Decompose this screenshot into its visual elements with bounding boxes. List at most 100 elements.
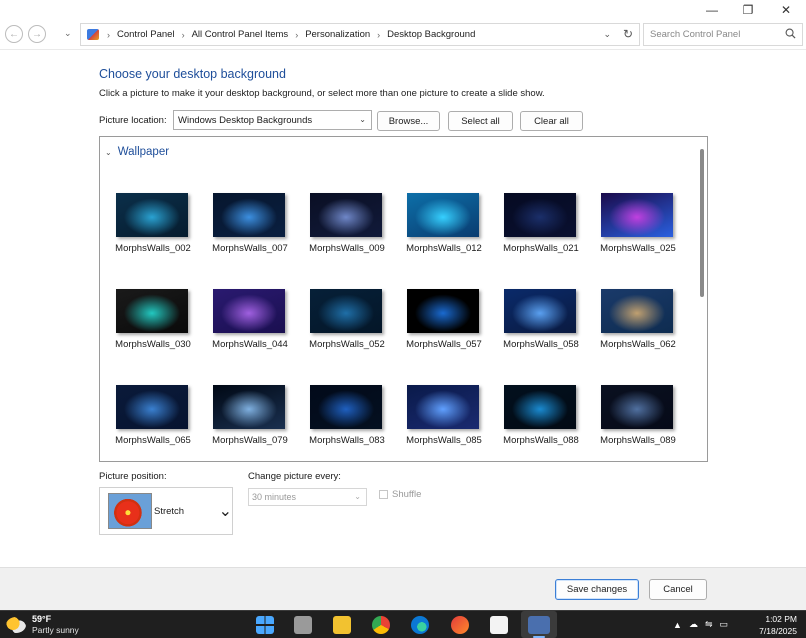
wallpaper-image <box>601 193 673 237</box>
wallpaper-thumbnail[interactable]: MorphsWalls_079 <box>207 385 304 455</box>
wallpaper-image <box>504 385 576 429</box>
wallpaper-name: MorphsWalls_007 <box>212 243 288 254</box>
close-button[interactable]: ✕ <box>767 0 805 20</box>
page-title: Choose your desktop background <box>99 67 286 81</box>
wallpaper-name: MorphsWalls_030 <box>115 339 191 350</box>
wallpaper-thumbnail[interactable]: MorphsWalls_057 <box>401 289 498 359</box>
wallpaper-thumbnail[interactable]: MorphsWalls_002 <box>110 193 207 263</box>
wallpaper-name: MorphsWalls_065 <box>115 435 191 446</box>
wallpaper-thumbnail[interactable]: MorphsWalls_062 <box>595 289 692 359</box>
wallpaper-image <box>504 289 576 333</box>
save-changes-button[interactable]: Save changes <box>555 579 639 600</box>
wallpaper-name: MorphsWalls_083 <box>309 435 385 446</box>
wallpaper-thumbnail[interactable]: MorphsWalls_083 <box>304 385 401 455</box>
wallpaper-name: MorphsWalls_062 <box>600 339 676 350</box>
breadcrumb-desktop-background[interactable]: Desktop Background <box>387 29 475 40</box>
wallpaper-thumbnail[interactable]: MorphsWalls_085 <box>401 385 498 455</box>
minimize-button[interactable]: — <box>693 0 731 20</box>
breadcrumb: › Control Panel › All Control Panel Item… <box>107 29 475 40</box>
wallpaper-thumbnail[interactable]: MorphsWalls_088 <box>498 385 595 455</box>
search-input[interactable]: Search Control Panel <box>643 23 803 46</box>
address-bar[interactable]: › Control Panel › All Control Panel Item… <box>80 23 640 46</box>
task-view-icon[interactable] <box>294 616 312 634</box>
clock-date: 7/18/2025 <box>759 626 797 636</box>
ccleaner-icon[interactable] <box>451 616 469 634</box>
picture-location-select[interactable]: Windows Desktop Backgrounds ⌄ <box>173 110 372 130</box>
network-volume-icon[interactable]: ⇋ <box>705 619 713 630</box>
chevron-down-icon: ⌄ <box>359 115 366 124</box>
microsoft-store-icon[interactable] <box>490 616 508 634</box>
picture-location-value: Windows Desktop Backgrounds <box>178 114 313 126</box>
weather-widget[interactable]: 59°F Partly sunny <box>6 614 79 636</box>
wallpaper-group-header[interactable]: ⌄ Wallpaper <box>105 146 169 158</box>
breadcrumb-all-items[interactable]: All Control Panel Items <box>192 29 289 40</box>
wallpaper-image <box>407 385 479 429</box>
wallpaper-image <box>116 385 188 429</box>
wallpaper-name: MorphsWalls_058 <box>503 339 579 350</box>
maximize-button[interactable]: ❐ <box>729 0 767 20</box>
clear-all-button[interactable]: Clear all <box>520 111 583 131</box>
vertical-scrollbar[interactable] <box>700 149 704 297</box>
wallpaper-thumbnail[interactable]: MorphsWalls_058 <box>498 289 595 359</box>
file-explorer-icon[interactable] <box>333 616 351 634</box>
wallpaper-name: MorphsWalls_057 <box>406 339 482 350</box>
start-icon[interactable] <box>256 616 274 634</box>
search-icon[interactable] <box>785 28 796 39</box>
wallpaper-thumbnail[interactable]: MorphsWalls_052 <box>304 289 401 359</box>
shuffle-checkbox[interactable]: Shuffle <box>379 489 421 500</box>
wallpaper-image <box>310 289 382 333</box>
wallpaper-thumbnail[interactable]: MorphsWalls_025 <box>595 193 692 263</box>
breadcrumb-separator-icon: › <box>295 29 299 40</box>
shuffle-label: Shuffle <box>392 489 422 500</box>
wallpaper-name: MorphsWalls_021 <box>503 243 579 254</box>
wallpaper-image <box>116 289 188 333</box>
wallpaper-thumbnail[interactable]: MorphsWalls_007 <box>207 193 304 263</box>
wallpaper-thumbnail[interactable]: MorphsWalls_065 <box>110 385 207 455</box>
wallpaper-image <box>601 289 673 333</box>
change-picture-select[interactable]: 30 minutes ⌄ <box>248 488 367 506</box>
wallpaper-thumbnail[interactable]: MorphsWalls_089 <box>595 385 692 455</box>
wallpaper-list[interactable]: ⌄ Wallpaper MorphsWalls_002 MorphsWalls_0… <box>99 136 708 462</box>
wallpaper-thumbnail[interactable]: MorphsWalls_030 <box>110 289 207 359</box>
wallpaper-thumbnail[interactable]: MorphsWalls_021 <box>498 193 595 263</box>
refresh-icon[interactable]: ↻ <box>623 27 633 41</box>
navigation-bar: ← → ⌄ › Control Panel › All Control Pane… <box>0 20 806 50</box>
system-tray: ▲ ☁ ⇋ ▭ <box>673 619 728 630</box>
breadcrumb-separator-icon: › <box>377 29 381 40</box>
wallpaper-name: MorphsWalls_002 <box>115 243 191 254</box>
clock[interactable]: 1:02 PM 7/18/2025 <box>759 613 797 637</box>
forward-arrow-icon: → <box>32 28 42 40</box>
partly-sunny-icon <box>6 617 26 633</box>
back-button[interactable]: ← <box>5 25 23 43</box>
wallpaper-image <box>310 385 382 429</box>
control-panel-taskbar-icon[interactable] <box>528 616 550 634</box>
wallpaper-name: MorphsWalls_079 <box>212 435 288 446</box>
wallpaper-thumbnail[interactable]: MorphsWalls_044 <box>207 289 304 359</box>
wallpaper-thumbnail[interactable]: MorphsWalls_012 <box>401 193 498 263</box>
breadcrumb-separator-icon: › <box>107 29 110 40</box>
recent-locations-chevron-icon[interactable]: ⌄ <box>64 28 72 39</box>
address-dropdown-chevron-icon[interactable]: ⌄ <box>603 29 611 40</box>
forward-button[interactable]: → <box>28 25 46 43</box>
wallpaper-name: MorphsWalls_012 <box>406 243 482 254</box>
chrome-icon[interactable] <box>372 616 390 634</box>
cancel-button[interactable]: Cancel <box>649 579 707 600</box>
breadcrumb-control-panel[interactable]: Control Panel <box>117 29 175 40</box>
select-all-button[interactable]: Select all <box>448 111 513 131</box>
edge-icon[interactable] <box>411 616 429 634</box>
wallpaper-image <box>213 385 285 429</box>
breadcrumb-personalization[interactable]: Personalization <box>305 29 370 40</box>
dialog-footer: Save changes Cancel <box>0 567 806 610</box>
picture-position-select[interactable]: Stretch ⌄ <box>99 487 233 535</box>
onedrive-icon[interactable]: ☁ <box>689 619 698 630</box>
picture-location-label: Picture location: <box>99 115 167 126</box>
group-name: Wallpaper <box>117 146 170 158</box>
chevron-up-icon[interactable]: ▲ <box>673 620 682 630</box>
browse-button[interactable]: Browse... <box>377 111 440 131</box>
wallpaper-image <box>116 193 188 237</box>
notification-icon[interactable]: ▭ <box>719 619 728 630</box>
wallpaper-image <box>601 385 673 429</box>
taskbar: 59°F Partly sunny ▲ ☁ ⇋ ▭ 1:02 PM 7/18/2… <box>0 610 806 638</box>
wallpaper-name: MorphsWalls_052 <box>309 339 385 350</box>
wallpaper-thumbnail[interactable]: MorphsWalls_009 <box>304 193 401 263</box>
